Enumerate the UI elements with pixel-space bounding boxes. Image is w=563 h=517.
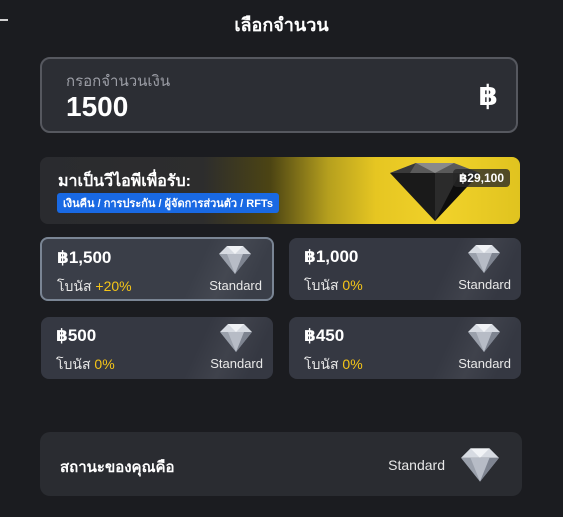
status-tier: Standard (388, 457, 445, 473)
bonus-value: 0% (342, 356, 363, 372)
diamond-icon (219, 246, 251, 274)
amount-input-placeholder: กรอกจำนวนเงิน (66, 73, 171, 90)
bonus-label: โบนัส (57, 278, 92, 294)
option-tier: Standard (458, 356, 511, 371)
vip-benefits-tag: เงินคืน / การประกัน / ผู้จัดการส่วนตัว /… (57, 193, 279, 213)
option-amount: ฿500 (56, 326, 97, 345)
bonus-label: โบนัส (304, 356, 339, 372)
option-tier: Standard (458, 277, 511, 292)
vip-price-badge: ฿29,100 (452, 169, 510, 187)
option-bonus: โบนัส 0% (56, 354, 115, 376)
amount-input[interactable]: กรอกจำนวนเงิน 1500 ฿ (40, 57, 518, 133)
bonus-value: 0% (342, 277, 363, 293)
option-amount: ฿450 (304, 326, 345, 345)
option-bonus: โบนัส 0% (304, 275, 363, 297)
bonus-label: โบนัส (304, 277, 339, 293)
baht-currency-icon: ฿ (478, 80, 498, 111)
vip-banner[interactable]: มาเป็นวีไอพีเพื่อรับ: เงินคืน / การประกั… (40, 157, 520, 224)
diamond-icon (468, 324, 500, 352)
option-bonus: โบนัส +20% (57, 276, 132, 298)
option-amount: ฿1,500 (57, 248, 112, 267)
bonus-value: 0% (94, 356, 115, 372)
amount-input-value[interactable]: 1500 (66, 91, 128, 123)
vip-banner-title: มาเป็นวีไอพีเพื่อรับ: (58, 173, 191, 190)
bonus-value: +20% (95, 278, 132, 294)
amount-option-1500[interactable]: ฿1,500 โบนัส +20% Standard (40, 237, 274, 301)
diamond-icon (220, 324, 252, 352)
amount-option-1000[interactable]: ฿1,000 โบนัส 0% Standard (289, 238, 521, 300)
status-label: สถานะของคุณคือ (60, 459, 175, 476)
option-amount: ฿1,000 (304, 247, 359, 266)
option-tier: Standard (209, 278, 262, 293)
diamond-icon (461, 448, 499, 482)
diamond-icon (468, 245, 500, 273)
option-bonus: โบนัส 0% (304, 354, 363, 376)
bonus-label: โบนัส (56, 356, 91, 372)
amount-option-500[interactable]: ฿500 โบนัส 0% Standard (41, 317, 273, 379)
option-tier: Standard (210, 356, 263, 371)
page-title: เลือกจำนวน (234, 15, 329, 35)
status-panel: สถานะของคุณคือ Standard (40, 432, 522, 496)
amount-option-450[interactable]: ฿450 โบนัส 0% Standard (289, 317, 521, 379)
